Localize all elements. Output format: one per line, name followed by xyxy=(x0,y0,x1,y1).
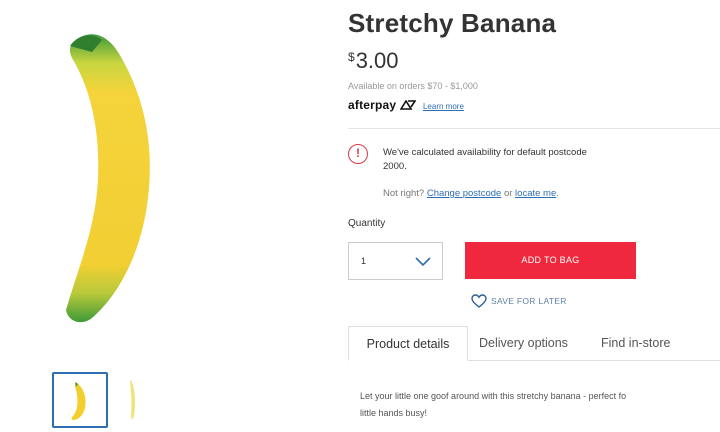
availability-notice: We've calculated availability for defaul… xyxy=(383,147,587,172)
availability-text: Available on orders $70 - $1,000 xyxy=(348,81,478,91)
banana-thumbnail-image xyxy=(71,382,86,420)
change-postcode-link[interactable]: Change postcode xyxy=(427,188,501,199)
afterpay-arrows-icon xyxy=(399,99,417,110)
period-text: . xyxy=(556,188,559,199)
or-text: or xyxy=(503,188,513,199)
divider xyxy=(348,128,720,129)
quantity-value: 1 xyxy=(361,256,367,266)
heart-outline-icon xyxy=(471,294,487,308)
not-right-text: Not right? xyxy=(383,188,425,199)
afterpay-logo: afterpay xyxy=(348,98,397,112)
description-line-2: little hands busy! xyxy=(360,408,428,418)
tab-product-details[interactable]: Product details xyxy=(348,326,468,361)
quantity-select[interactable]: 1 xyxy=(348,242,443,280)
save-for-later-button[interactable]: SAVE FOR LATER xyxy=(471,294,567,308)
price-currency: $ xyxy=(348,50,355,64)
afterpay-learn-more-link[interactable]: Learn more xyxy=(423,102,464,111)
postcode-prompt: Not right? Change postcode or locate me. xyxy=(383,188,559,199)
tab-find-in-store[interactable]: Find in-store xyxy=(601,326,670,361)
product-main-image xyxy=(66,34,150,323)
add-to-bag-button[interactable]: ADD TO BAG xyxy=(465,242,636,279)
thumbnail-1[interactable] xyxy=(52,372,108,428)
chevron-down-icon xyxy=(415,257,431,267)
quantity-label: Quantity xyxy=(348,218,386,229)
product-title: Stretchy Banana xyxy=(348,8,557,38)
description-line-1: Let your little one goof around with thi… xyxy=(360,391,627,401)
thumbnail-2[interactable] xyxy=(118,372,148,428)
save-for-later-label: SAVE FOR LATER xyxy=(491,296,567,306)
afterpay-row: afterpay Learn more xyxy=(348,98,464,112)
product-price: $3.00 xyxy=(348,48,399,74)
locate-me-link[interactable]: locate me xyxy=(515,188,556,199)
price-amount: 3.00 xyxy=(355,48,399,73)
product-description: Let your little one goof around with thi… xyxy=(360,388,718,422)
info-circle-icon: ! xyxy=(348,144,368,164)
tab-delivery-options[interactable]: Delivery options xyxy=(479,326,568,361)
banana-side-thumbnail-image xyxy=(130,380,135,419)
